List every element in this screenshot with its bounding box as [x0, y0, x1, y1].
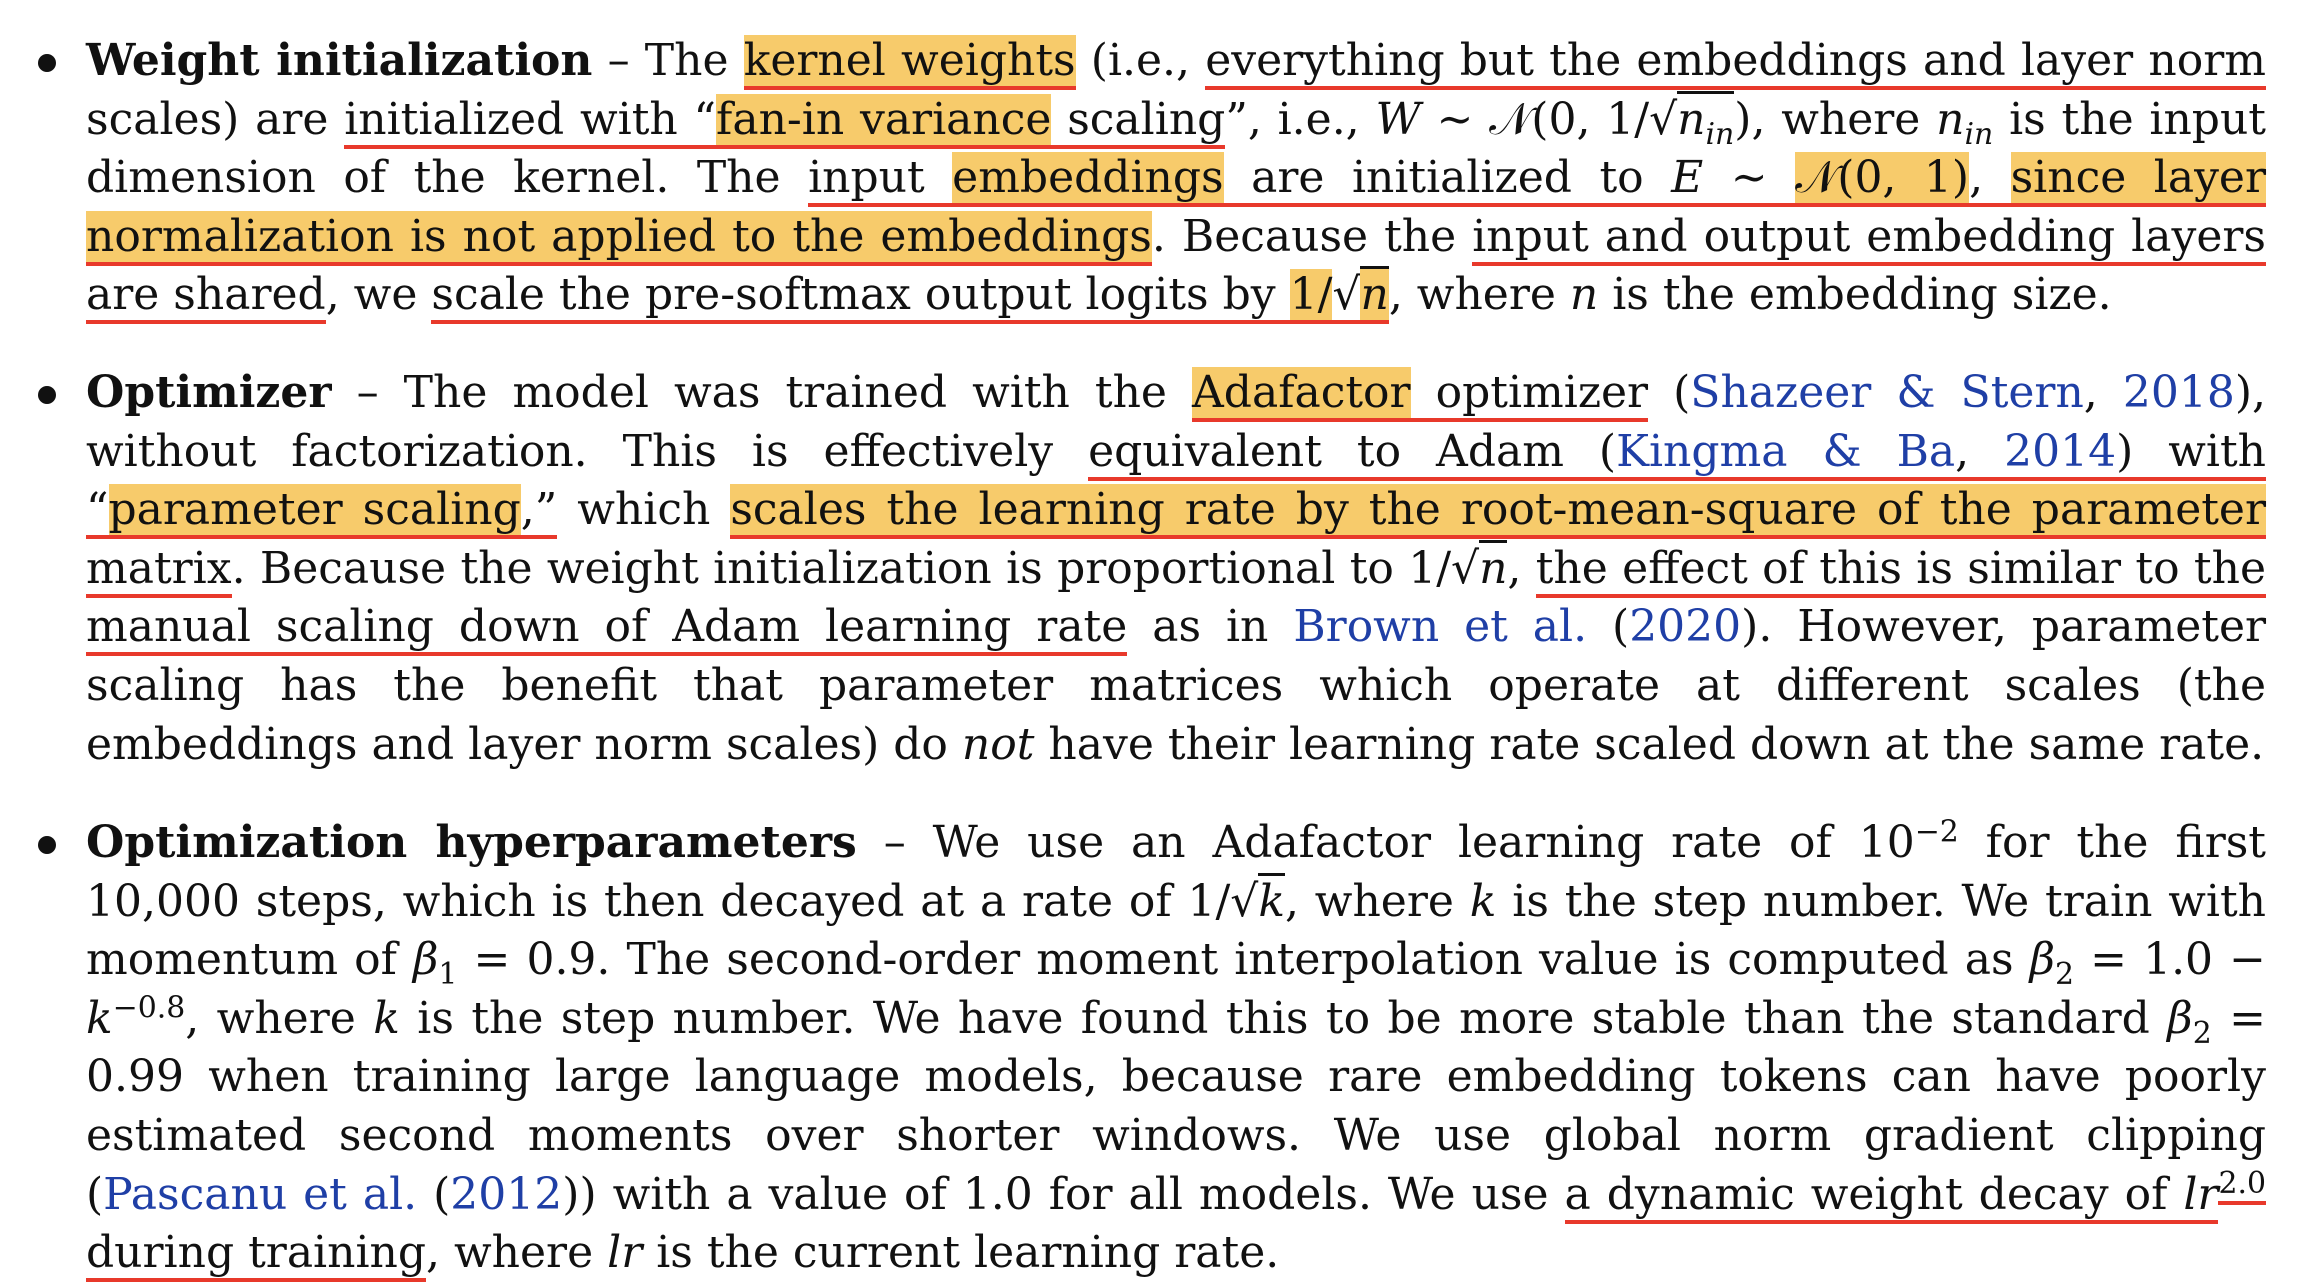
underline: scaling — [1051, 93, 1226, 149]
underline: input — [808, 152, 953, 208]
highlight: scales the learning rate by the root-mea… — [730, 484, 2266, 540]
underline: matrix — [86, 542, 232, 598]
highlight: kernel weights — [743, 35, 1076, 90]
citation-link[interactable]: 2012 — [450, 1169, 562, 1220]
citation-link[interactable]: Brown et al. — [1293, 601, 1587, 652]
bullet-dot — [36, 32, 60, 72]
weight-init-paragraph: Weight initialization – The kernel weigh… — [86, 32, 2267, 325]
underline: initialized with “ — [344, 93, 717, 149]
highlight: Adafactor — [1192, 367, 1411, 422]
bullet-dot — [36, 364, 60, 404]
citation-link[interactable]: 2014 — [2004, 425, 2117, 481]
highlight: 1/ — [1289, 269, 1333, 325]
underline: optimizer — [1410, 367, 1649, 422]
underline: are initialized to — [1223, 152, 1672, 208]
citation-link[interactable]: Shazeer & Stern — [1690, 367, 2084, 418]
underline: scale the pre-softmax output logits by — [431, 269, 1290, 325]
citation-link[interactable]: 2018 — [2123, 367, 2235, 418]
underline: everything but the embeddings and layer … — [1205, 35, 2266, 90]
hyperparameters-paragraph: Optimization hyperparameters – We use an… — [86, 814, 2267, 1283]
optimizer-paragraph: Optimizer – The model was trained with t… — [86, 367, 2267, 770]
bullet-title: Optimizer — [86, 367, 332, 418]
bullet-title: Optimization hyperparameters — [86, 817, 857, 868]
paper-page: Weight initialization – The kernel weigh… — [0, 0, 2304, 1283]
underline: equivalent to Adam ( — [1088, 425, 1617, 481]
highlight: parameter scaling — [108, 484, 521, 540]
citation-link[interactable]: Pascanu et al. — [103, 1169, 417, 1220]
highlight: 𝒩(0, 1) — [1795, 152, 1970, 208]
underline: a dynamic weight decay of — [1564, 1168, 2184, 1224]
bullet-title: Weight initialization — [86, 35, 593, 86]
highlight: fan-in variance — [716, 93, 1052, 149]
citation-link[interactable]: 2020 — [1629, 601, 1741, 652]
highlight: embeddings — [952, 152, 1224, 208]
bullet-dot — [36, 814, 60, 854]
underline: during training — [86, 1227, 427, 1283]
citation-link[interactable]: Kingma & Ba — [1616, 425, 1956, 481]
